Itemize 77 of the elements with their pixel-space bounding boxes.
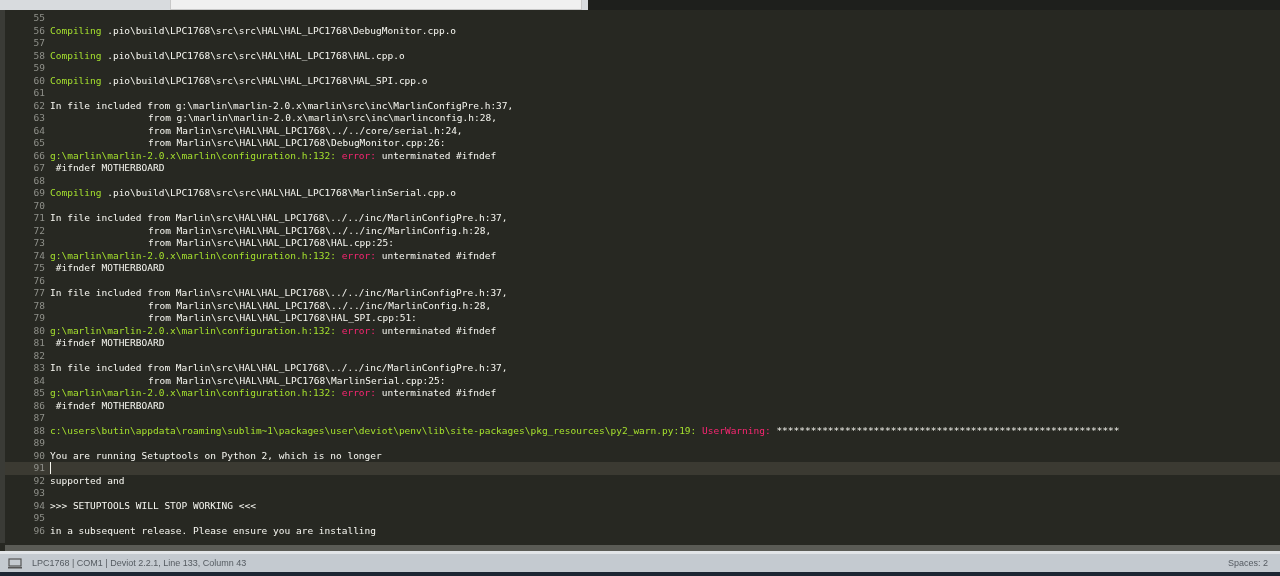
line-number: 77 bbox=[32, 287, 45, 300]
line-number: 88 bbox=[32, 424, 45, 437]
output-line: g:\marlin\marlin-2.0.x\marlin\configuration.h:132: error: unterminated #ifndef bbox=[50, 324, 497, 337]
line-number: 92 bbox=[32, 474, 45, 487]
output-line: c:\users\butin\appdata\roaming\sublim~1\packages\user\deviot\penv\lib\site-packages\pkg_resources\py2_warn.py:19: UserWarning: ************************************************************ bbox=[50, 424, 1120, 437]
output-line: from Marlin\src\HAL\HAL_LPC1768\../../inc/MarlinConfig.h:28, bbox=[148, 224, 492, 237]
line-number: 73 bbox=[32, 237, 45, 250]
line-number: 63 bbox=[32, 112, 45, 125]
line-number: 83 bbox=[32, 362, 45, 375]
text-cursor bbox=[50, 462, 51, 475]
output-line: In file included from g:\marlin\marlin-2.0.x\marlin\src\inc\MarlinConfigPre.h:37, bbox=[50, 99, 514, 112]
output-line: #ifndef MOTHERBOARD bbox=[54, 399, 165, 412]
line-number: 72 bbox=[32, 224, 45, 237]
output-line: Compiling .pio\build\LPC1768\src\src\HAL\HAL_LPC1768\HAL.cpp.o bbox=[50, 49, 405, 62]
output-line: g:\marlin\marlin-2.0.x\marlin\configuration.h:132: error: unterminated #ifndef bbox=[50, 387, 497, 400]
line-number: 69 bbox=[32, 187, 45, 200]
line-number: 91 bbox=[32, 462, 45, 475]
line-number: 62 bbox=[32, 99, 45, 112]
line-number: 68 bbox=[32, 174, 45, 187]
output-line: from Marlin\src\HAL\HAL_LPC1768\../../core/serial.h:24, bbox=[148, 124, 463, 137]
output-line: from Marlin\src\HAL\HAL_LPC1768\../../inc/MarlinConfig.h:28, bbox=[148, 299, 492, 312]
line-number: 66 bbox=[32, 149, 45, 162]
line-number: 71 bbox=[32, 212, 45, 225]
line-number: 55 bbox=[32, 12, 45, 25]
line-number: 86 bbox=[32, 399, 45, 412]
line-number: 87 bbox=[32, 412, 45, 425]
output-line: from Marlin\src\HAL\HAL_LPC1768\DebugMonitor.cpp:26: bbox=[148, 137, 446, 150]
output-line: g:\marlin\marlin-2.0.x\marlin\configuration.h:132: error: unterminated #ifndef bbox=[50, 249, 497, 262]
line-number: 94 bbox=[32, 499, 45, 512]
output-line: in a subsequent release. Please ensure you are installing bbox=[50, 524, 376, 537]
output-line: In file included from Marlin\src\HAL\HAL_LPC1768\../../inc/MarlinConfigPre.h:37, bbox=[50, 362, 508, 375]
output-line: from Marlin\src\HAL\HAL_LPC1768\MarlinSerial.cpp:25: bbox=[148, 374, 446, 387]
line-number: 95 bbox=[32, 512, 45, 525]
line-number: 58 bbox=[32, 49, 45, 62]
line-number: 74 bbox=[32, 249, 45, 262]
line-number: 65 bbox=[32, 137, 45, 150]
indentation-setting[interactable]: Spaces: 2 bbox=[1227, 558, 1268, 568]
line-number: 78 bbox=[32, 299, 45, 312]
output-line: Compiling .pio\build\LPC1768\src\src\HAL\HAL_LPC1768\HAL_SPI.cpp.o bbox=[50, 74, 428, 87]
line-number: 84 bbox=[32, 374, 45, 387]
horizontal-scrollbar[interactable] bbox=[5, 543, 1280, 551]
output-line: supported and bbox=[50, 474, 125, 487]
line-number: 85 bbox=[32, 387, 45, 400]
output-line: Compiling .pio\build\LPC1768\src\src\HAL\HAL_LPC1768\MarlinSerial.cpp.o bbox=[50, 187, 457, 200]
output-line: In file included from Marlin\src\HAL\HAL_LPC1768\../../inc/MarlinConfigPre.h:37, bbox=[50, 287, 508, 300]
editor-tab[interactable] bbox=[170, 0, 582, 10]
line-number: 64 bbox=[32, 124, 45, 137]
line-number: 61 bbox=[32, 87, 45, 100]
line-number: 80 bbox=[32, 324, 45, 337]
line-number: 70 bbox=[32, 199, 45, 212]
status-text: LPC1768 | COM1 | Deviot 2.2.1, Line 133, Column 43 bbox=[32, 558, 247, 568]
monitor-icon[interactable] bbox=[8, 557, 22, 569]
output-line: g:\marlin\marlin-2.0.x\marlin\configuration.h:132: error: unterminated #ifndef bbox=[50, 149, 497, 162]
output-line: from g:\marlin\marlin-2.0.x\marlin\src\inc\marlinconfig.h:28, bbox=[148, 112, 497, 125]
output-line: #ifndef MOTHERBOARD bbox=[54, 337, 165, 350]
line-number: 90 bbox=[32, 449, 45, 462]
line-number: 57 bbox=[32, 37, 45, 50]
output-line: from Marlin\src\HAL\HAL_LPC1768\HAL_SPI.cpp:51: bbox=[148, 312, 417, 325]
output-line: #ifndef MOTHERBOARD bbox=[54, 262, 165, 275]
output-line: from Marlin\src\HAL\HAL_LPC1768\HAL.cpp:25: bbox=[148, 237, 394, 250]
line-number: 76 bbox=[32, 274, 45, 287]
line-number: 93 bbox=[32, 487, 45, 500]
line-number: 60 bbox=[32, 74, 45, 87]
line-number: 59 bbox=[32, 62, 45, 75]
output-line: >>> SETUPTOOLS WILL STOP WORKING <<< bbox=[50, 499, 256, 512]
output-line: You are running Setuptools on Python 2, which is no longer bbox=[50, 449, 382, 462]
line-number: 89 bbox=[32, 437, 45, 450]
output-line: #ifndef MOTHERBOARD bbox=[54, 162, 165, 175]
line-number: 56 bbox=[32, 24, 45, 37]
output-line: In file included from Marlin\src\HAL\HAL_LPC1768\../../inc/MarlinConfigPre.h:37, bbox=[50, 212, 508, 225]
line-number: 79 bbox=[32, 312, 45, 325]
line-number: 96 bbox=[32, 524, 45, 537]
line-number: 75 bbox=[32, 262, 45, 275]
line-number: 82 bbox=[32, 349, 45, 362]
line-number: 67 bbox=[32, 162, 45, 175]
output-line: Compiling .pio\build\LPC1768\src\src\HAL\HAL_LPC1768\DebugMonitor.cpp.o bbox=[50, 24, 457, 37]
line-number: 81 bbox=[32, 337, 45, 350]
